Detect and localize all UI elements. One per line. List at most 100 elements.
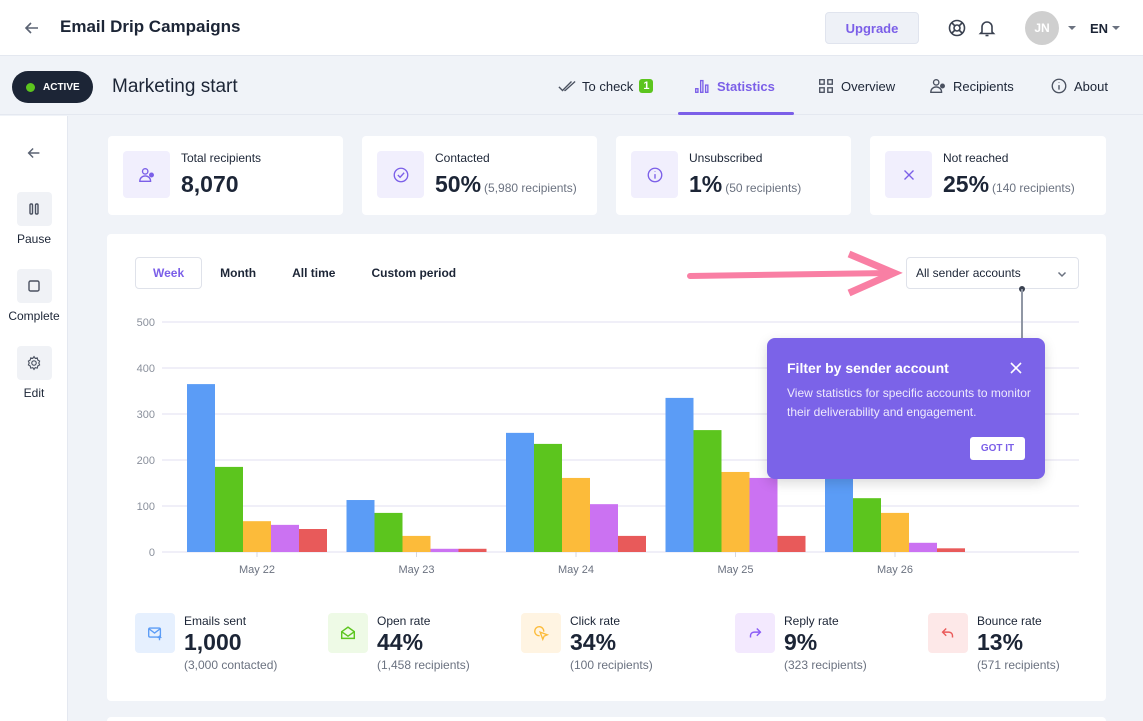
metric-label: Open rate xyxy=(377,614,431,628)
pause-button[interactable]: Pause xyxy=(0,192,68,246)
tab-label: Statistics xyxy=(717,78,775,94)
users-icon xyxy=(930,79,945,93)
bar-bounced xyxy=(937,548,965,552)
avatar-caret-icon[interactable] xyxy=(1068,26,1076,30)
gear-icon xyxy=(27,355,41,371)
bar-bounced xyxy=(458,548,487,552)
bar-opened xyxy=(215,466,243,552)
bar-emails-sent xyxy=(346,500,375,552)
stat-card-contacted: Contacted 50% (5,980 recipients) xyxy=(362,136,597,215)
bar-clicked xyxy=(562,477,590,552)
grid-icon xyxy=(819,79,833,93)
bar-clicked xyxy=(721,471,750,552)
stat-detail: (50 recipients) xyxy=(725,181,802,195)
bar-bounced xyxy=(618,535,646,552)
tab-statistics[interactable]: Statistics xyxy=(678,57,794,115)
check-circle-icon xyxy=(393,167,408,182)
metric-value: 34% xyxy=(570,629,617,655)
metric-detail: (100 recipients) xyxy=(570,658,653,672)
bar-clicked xyxy=(243,521,271,552)
stat-card-unsubscribed: Unsubscribed 1% (50 recipients) xyxy=(616,136,851,215)
x-tick-label: May 25 xyxy=(717,564,753,576)
stat-label: Not reached xyxy=(943,151,1009,165)
bar-opened xyxy=(374,512,403,552)
action-rail: Pause Complete Edit xyxy=(0,116,68,721)
reply-icon xyxy=(749,627,762,638)
language-caret-icon[interactable] xyxy=(1112,26,1120,30)
bar-clicked xyxy=(881,512,909,552)
y-tick-label: 100 xyxy=(137,501,155,513)
pause-icon xyxy=(29,203,39,215)
app-title: Email Drip Campaigns xyxy=(60,17,241,36)
bar-emails-sent xyxy=(665,397,694,552)
back-arrow-icon[interactable] xyxy=(22,18,42,38)
tab-overview[interactable]: Overview xyxy=(817,57,895,115)
mail-open-icon xyxy=(340,626,356,640)
users-icon xyxy=(138,167,154,182)
y-tick-label: 500 xyxy=(137,317,155,329)
bar-bounced xyxy=(777,535,806,552)
status-label: ACTIVE xyxy=(43,81,80,93)
tab-about[interactable]: About xyxy=(1050,57,1108,115)
metric-detail: (571 recipients) xyxy=(977,658,1060,672)
x-tick-label: May 24 xyxy=(558,564,594,576)
stat-card-not-reached: Not reached 25% (140 recipients) xyxy=(870,136,1106,215)
complete-label: Complete xyxy=(8,309,60,323)
stat-value: 50% xyxy=(435,171,482,197)
bar-emails-sent xyxy=(506,432,534,552)
bell-icon[interactable] xyxy=(977,18,997,38)
bar-replied xyxy=(430,548,459,552)
bounce-icon xyxy=(941,627,954,638)
status-badge: ACTIVE xyxy=(12,71,93,103)
complete-button[interactable]: Complete xyxy=(0,269,68,323)
help-lifebuoy-icon[interactable] xyxy=(947,18,967,38)
collapse-arrow-icon[interactable] xyxy=(25,144,43,162)
metric-value: 9% xyxy=(784,629,818,655)
bar-opened xyxy=(534,443,562,552)
stat-card-total-recipients: Total recipients 8,070 xyxy=(108,136,343,215)
upgrade-button[interactable]: Upgrade xyxy=(825,12,919,44)
mail-send-icon xyxy=(148,627,162,641)
x-tick-label: May 23 xyxy=(398,564,434,576)
stat-detail: (5,980 recipients) xyxy=(484,181,577,195)
pause-label: Pause xyxy=(16,232,52,246)
stat-detail: (140 recipients) xyxy=(992,181,1075,195)
x-tick-label: May 22 xyxy=(239,564,275,576)
bar-chart-icon xyxy=(695,79,709,93)
y-tick-label: 400 xyxy=(137,363,155,375)
metric-value: 44% xyxy=(377,629,424,655)
stat-value: 1% xyxy=(689,171,723,197)
x-icon xyxy=(903,169,914,180)
tooltip-title: Filter by sender account xyxy=(787,360,949,376)
metric-label: Click rate xyxy=(570,614,621,628)
user-avatar[interactable]: JN xyxy=(1025,11,1059,45)
bar-opened xyxy=(693,430,722,552)
cursor-click-icon xyxy=(534,626,550,642)
bar-clicked xyxy=(402,535,431,552)
info-icon xyxy=(1051,78,1067,94)
stat-label: Contacted xyxy=(435,151,490,165)
metric-value: 1,000 xyxy=(184,629,242,655)
close-icon[interactable] xyxy=(1009,361,1023,375)
tooltip-body: View statistics for specific accounts to… xyxy=(787,386,1031,419)
tab-label: Overview xyxy=(841,78,896,94)
metric-label: Reply rate xyxy=(784,614,839,628)
metric-value: 13% xyxy=(977,629,1024,655)
bar-replied xyxy=(271,524,299,552)
next-panel xyxy=(107,717,1106,721)
edit-button[interactable]: Edit xyxy=(0,346,68,400)
metric-label: Emails sent xyxy=(184,614,247,628)
language-selector[interactable]: EN xyxy=(1090,21,1108,36)
got-it-button[interactable]: GOT IT xyxy=(970,437,1025,460)
bar-opened xyxy=(853,498,881,552)
tab-recipients[interactable]: Recipients xyxy=(929,57,1014,115)
bar-bounced xyxy=(299,529,327,552)
to-check-count-badge: 1 xyxy=(639,79,654,93)
bar-replied xyxy=(909,542,937,552)
top-header: Email Drip Campaigns Upgrade JN EN xyxy=(0,0,1143,56)
tooltip-connector xyxy=(1021,289,1023,339)
info-icon xyxy=(647,167,662,182)
tab-to-check[interactable]: To check 1 xyxy=(558,57,654,115)
stat-label: Total recipients xyxy=(181,151,262,165)
bar-replied xyxy=(749,477,778,552)
